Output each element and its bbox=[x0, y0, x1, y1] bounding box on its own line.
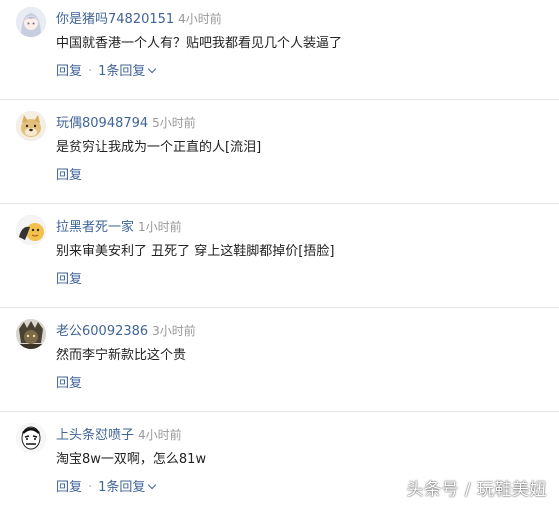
comment-item: 拉黑者死一家 1小时前 别来审美安利了 丑死了 穿上这鞋脚都掉价[捂脸] 回复 bbox=[0, 208, 559, 312]
timestamp: 1小时前 bbox=[138, 220, 182, 234]
comment-actions: 回复 bbox=[56, 374, 82, 394]
comment-actions: 回复 bbox=[56, 270, 82, 290]
timestamp: 5小时前 bbox=[152, 116, 196, 130]
comment-actions: 回复 · 1条回复 bbox=[56, 478, 157, 498]
chevron-down-icon bbox=[148, 480, 157, 490]
comment-actions: 回复 bbox=[56, 166, 82, 186]
separator-dot: · bbox=[88, 480, 93, 495]
replies-count-label: 1条回复 bbox=[98, 64, 146, 79]
divider bbox=[0, 411, 559, 412]
username-link[interactable]: 老公60092386 bbox=[56, 324, 148, 339]
comment-meta: 上头条怼喷子 4小时前 bbox=[56, 425, 182, 446]
timestamp: 3小时前 bbox=[152, 324, 196, 338]
comment-meta: 拉黑者死一家 1小时前 bbox=[56, 217, 182, 238]
username-link[interactable]: 你是猪吗74820151 bbox=[56, 12, 174, 27]
meme-face-avatar-icon[interactable] bbox=[16, 423, 46, 453]
anime-girl-avatar-icon[interactable] bbox=[16, 7, 46, 37]
separator-dot: · bbox=[88, 64, 93, 79]
reply-button[interactable]: 回复 bbox=[56, 480, 82, 495]
username-link[interactable]: 拉黑者死一家 bbox=[56, 220, 134, 235]
comment-item: 老公60092386 3小时前 然而李宁新款比这个贵 回复 bbox=[0, 312, 559, 416]
cartoon-avatar-icon[interactable] bbox=[16, 215, 46, 245]
doge-avatar-icon[interactable] bbox=[16, 111, 46, 141]
reply-button[interactable]: 回复 bbox=[56, 64, 82, 79]
comment-text: 别来审美安利了 丑死了 穿上这鞋脚都掉价[捂脸] bbox=[56, 244, 335, 259]
replies-count-label: 1条回复 bbox=[98, 480, 146, 495]
username-link[interactable]: 玩偶80948794 bbox=[56, 116, 148, 131]
comment-item: 你是猪吗74820151 4小时前 中国就香港一个人有？贴吧我都看见几个人装逼了 … bbox=[0, 0, 559, 104]
comment-item: 玩偶80948794 5小时前 是贫穷让我成为一个正直的人[流泪] 回复 bbox=[0, 104, 559, 208]
comment-text: 然而李宁新款比这个贵 bbox=[56, 348, 187, 363]
timestamp: 4小时前 bbox=[138, 428, 182, 442]
comment-meta: 老公60092386 3小时前 bbox=[56, 321, 196, 342]
dark-character-avatar-icon[interactable] bbox=[16, 319, 46, 349]
view-replies-button[interactable]: 1条回复 bbox=[98, 480, 157, 495]
comment-text: 淘宝8w一双啊，怎么81w bbox=[56, 452, 207, 467]
divider bbox=[0, 203, 559, 204]
timestamp: 4小时前 bbox=[178, 12, 222, 26]
reply-button[interactable]: 回复 bbox=[56, 376, 82, 391]
comment-text: 是贫穷让我成为一个正直的人[流泪] bbox=[56, 140, 262, 155]
comment-text: 中国就香港一个人有？贴吧我都看见几个人装逼了 bbox=[56, 36, 343, 51]
divider bbox=[0, 307, 559, 308]
divider bbox=[0, 99, 559, 100]
reply-button[interactable]: 回复 bbox=[56, 168, 82, 183]
watermark: 头条号 / 玩鞋美妞 bbox=[406, 480, 547, 500]
username-link[interactable]: 上头条怼喷子 bbox=[56, 428, 134, 443]
comment-meta: 你是猪吗74820151 4小时前 bbox=[56, 9, 222, 30]
view-replies-button[interactable]: 1条回复 bbox=[98, 64, 157, 79]
reply-button[interactable]: 回复 bbox=[56, 272, 82, 287]
comment-meta: 玩偶80948794 5小时前 bbox=[56, 113, 196, 134]
chevron-down-icon bbox=[148, 64, 157, 74]
comment-item: 上头条怼喷子 4小时前 淘宝8w一双啊，怎么81w 回复 · 1条回复 bbox=[0, 416, 559, 520]
comment-actions: 回复 · 1条回复 bbox=[56, 62, 157, 82]
